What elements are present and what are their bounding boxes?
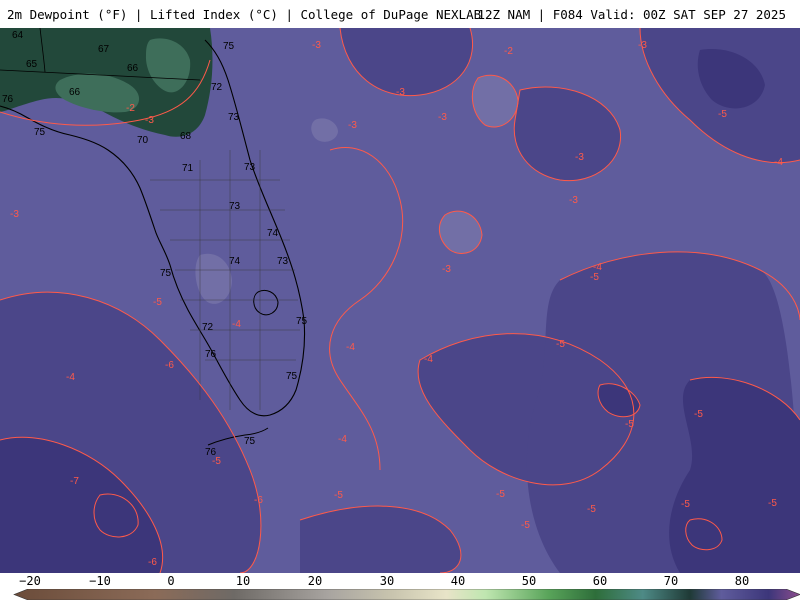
dewpoint-label: 75 [296,316,308,327]
weather-map[interactable]: 64 67 65 67 66 75 72 66 68 70 71 73 73 7… [0,28,800,573]
lifted-index-label: -4 [346,342,355,353]
lifted-index-label: -3 [312,40,321,51]
dewpoint-label: 74 [267,228,279,239]
lifted-index-label: -3 [145,115,154,126]
map-canvas: 64 67 65 67 66 75 72 66 68 70 71 73 73 7… [0,28,800,573]
dewpoint-label: 70 [137,135,149,146]
dewpoint-label: 74 [229,256,241,267]
dewpoint-label: 75 [34,127,46,138]
lifted-index-label: -6 [254,495,263,506]
colorbar-tick: 20 [307,574,323,588]
lifted-index-label: -4 [424,354,433,365]
colorbar-tick: 0 [167,574,175,588]
map-title: 2m Dewpoint (°F) | Lifted Index (°C) | C… [7,7,482,22]
colorbar-tick: −10 [89,574,111,588]
lifted-index-label: -5 [587,504,596,515]
dewpoint-label: 73 [228,112,240,123]
dewpoint-label: 75 [244,436,256,447]
lifted-index-label: -5 [590,272,599,283]
lifted-index-label: -5 [496,489,505,500]
lifted-index-label: -5 [694,409,703,420]
colorbar-tick: 70 [663,574,679,588]
lifted-index-label: -5 [521,520,530,531]
colorbar: −20 −10 0 10 20 30 40 50 60 70 80 [0,573,800,600]
dewpoint-label: 65 [26,59,38,70]
dewpoint-label: 75 [160,268,172,279]
dewpoint-label: 72 [211,82,223,93]
lifted-index-label: -2 [504,46,513,57]
dewpoint-label: 71 [182,163,194,174]
dewpoint-label: 73 [229,201,241,212]
dewpoint-label: 66 [69,87,81,98]
lifted-index-label: -5 [334,490,343,501]
colorbar-tick: 40 [450,574,466,588]
lifted-index-label: -3 [569,195,578,206]
header: 2m Dewpoint (°F) | Lifted Index (°C) | C… [0,0,800,28]
dewpoint-label: 67 [98,44,110,55]
lifted-index-label: -6 [165,360,174,371]
colorbar-tick: 60 [592,574,608,588]
dewpoint-label: 64 [12,30,24,41]
colorbar-tick: 80 [734,574,750,588]
colorbar-tick: −20 [19,574,41,588]
colorbar-tick: 10 [235,574,251,588]
lifted-index-label: -3 [442,264,451,275]
lifted-index-label: -5 [681,499,690,510]
lifted-index-label: -3 [10,209,19,220]
lifted-index-label: -4 [66,372,75,383]
lifted-index-label: -4 [774,157,783,168]
dewpoint-label: 73 [277,256,289,267]
dewpoint-label: 72 [202,322,214,333]
lifted-index-label: -7 [70,476,79,487]
lifted-index-label: -6 [148,557,157,568]
colorbar-gradient [13,589,800,600]
dewpoint-label: 73 [244,162,256,173]
dewpoint-label: 76 [2,94,14,105]
lifted-index-label: -5 [718,109,727,120]
model-run-info: 12Z NAM | F084 Valid: 00Z SAT SEP 27 202… [477,7,786,22]
dark-region-east-deep [669,377,800,573]
dewpoint-label: 76 [205,349,217,360]
lifted-index-label: -2 [126,103,135,114]
lifted-index-label: -3 [438,112,447,123]
lifted-index-label: -4 [338,434,347,445]
dewpoint-label: 68 [180,131,192,142]
lifted-index-label: -3 [396,87,405,98]
lifted-index-label: -3 [575,152,584,163]
lifted-index-label: -5 [625,419,634,430]
dewpoint-label: 75 [223,41,235,52]
lifted-index-label: -4 [232,319,241,330]
lifted-index-label: -5 [556,339,565,350]
colorbar-tick: 30 [379,574,395,588]
lifted-index-label: -5 [153,297,162,308]
lifted-index-label: -3 [348,120,357,131]
lifted-index-label: -5 [768,498,777,509]
colorbar-tick: 50 [521,574,537,588]
dewpoint-label: 66 [127,63,139,74]
lifted-index-label: -3 [638,40,647,51]
lifted-index-label: -5 [212,456,221,467]
dewpoint-label: 75 [286,371,298,382]
